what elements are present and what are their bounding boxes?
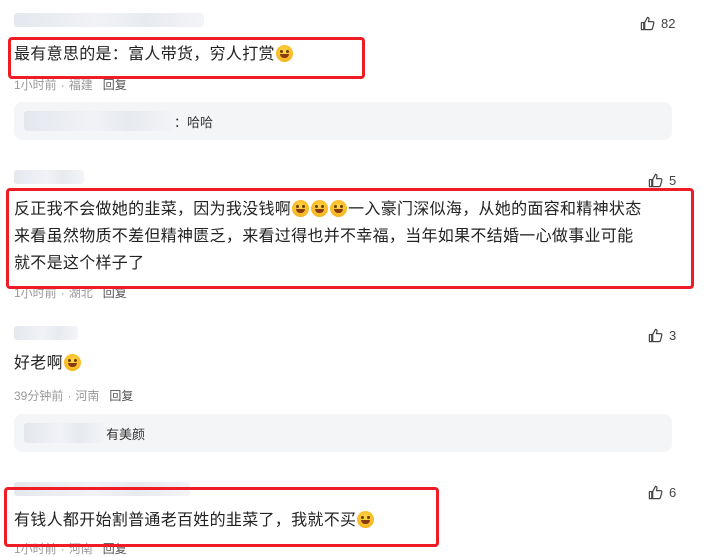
username-blurred[interactable] [14,13,204,27]
reply-username-blurred [24,111,174,131]
comment-meta: 39分钟前 · 河南 回复 [14,389,134,403]
like-count: 82 [661,16,676,31]
like-button[interactable]: 6 [648,485,676,500]
highlight-box [8,37,365,79]
reply-preview[interactable]: 有美颜 [14,414,672,452]
timestamp: 1小时前 [14,78,57,92]
like-count: 3 [669,328,677,343]
like-count: 5 [669,173,677,188]
reply-username-blurred [24,423,104,443]
timestamp: 39分钟前 [14,389,64,403]
reply-preview[interactable]: ：哈哈 [14,102,672,140]
reply-text: ：哈哈 [174,115,214,130]
thumbs-up-icon [648,328,663,343]
reply-text: 有美颜 [106,427,146,442]
location: 河南 [75,389,100,403]
location: 福建 [68,78,93,92]
username-blurred[interactable] [14,326,78,340]
thumbs-up-icon [648,173,663,188]
like-button[interactable]: 3 [648,328,676,343]
highlight-box [4,487,439,547]
highlight-box [6,188,694,289]
thumbs-up-icon [648,485,663,500]
reply-button[interactable]: 回复 [103,78,127,92]
like-button[interactable]: 5 [648,173,676,188]
like-count: 6 [669,485,677,500]
laughing-emoji-icon [63,354,81,371]
username-blurred[interactable] [14,170,84,184]
comment-text: 好老啊 [14,350,82,377]
thumbs-up-icon [640,16,655,31]
like-button[interactable]: 82 [640,16,675,31]
reply-button[interactable]: 回复 [109,389,133,403]
